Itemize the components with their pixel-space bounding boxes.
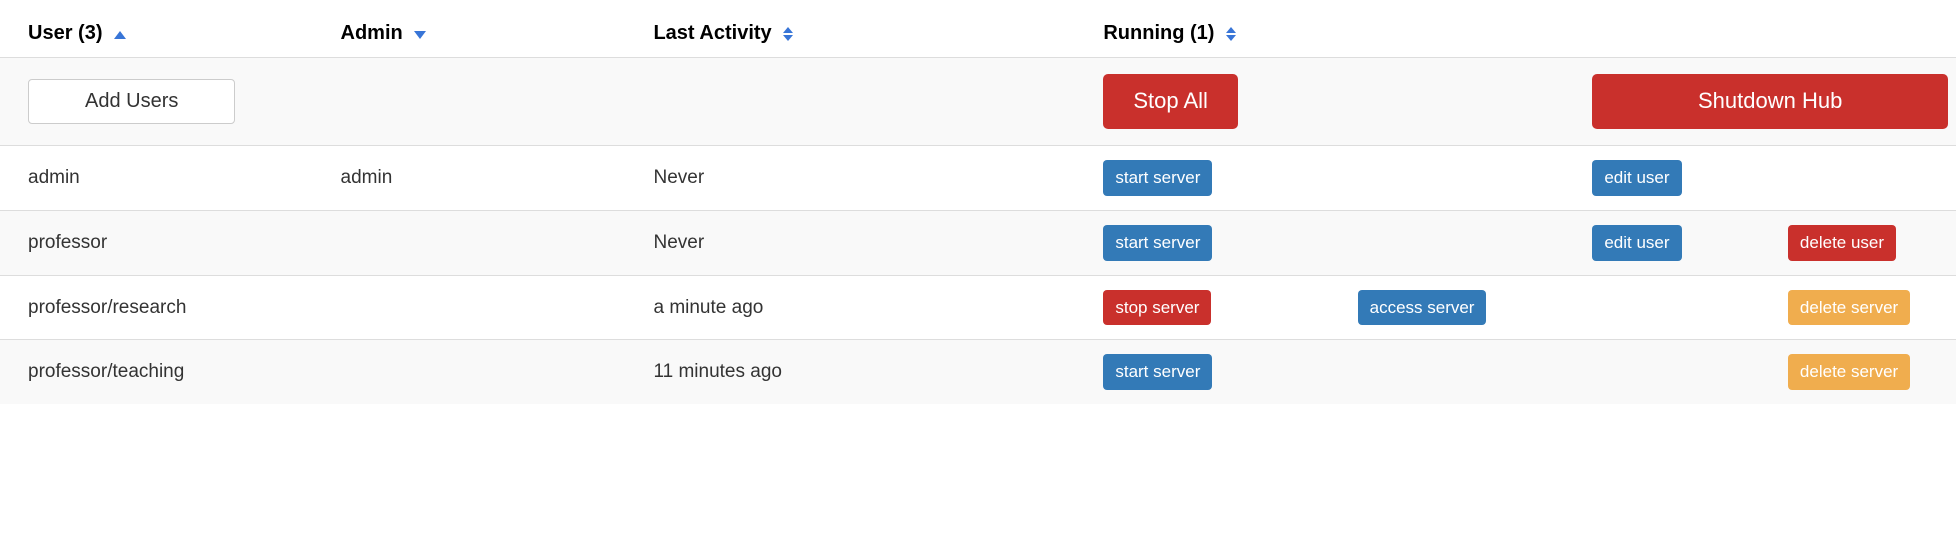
table-row: professor/research a minute agostop serve… xyxy=(0,275,1956,340)
table-row: professor/teaching 11 minutes agostart se… xyxy=(0,340,1956,404)
cell-last-activity: 11 minutes ago xyxy=(645,340,1095,404)
controls-row: Add Users Stop All Shutdown Hub xyxy=(0,58,1956,146)
cell-admin xyxy=(333,340,646,404)
start-server-button[interactable]: start server xyxy=(1103,225,1212,261)
cell-server-action: start server xyxy=(1095,146,1349,211)
cell-admin xyxy=(333,275,646,340)
sort-asc-icon xyxy=(114,22,126,45)
cell-delete: delete server xyxy=(1780,340,1956,404)
start-server-button[interactable]: start server xyxy=(1103,160,1212,196)
cell-last-activity: Never xyxy=(645,146,1095,211)
col-header-running[interactable]: Running (1) xyxy=(1095,10,1956,58)
cell-user: professor xyxy=(0,210,333,275)
cell-edit xyxy=(1584,340,1780,404)
table-row: adminadminNeverstart serveredit user xyxy=(0,146,1956,211)
cell-access: access server xyxy=(1350,275,1585,340)
cell-server-action: start server xyxy=(1095,210,1349,275)
cell-user: professor/teaching xyxy=(0,340,333,404)
cell-edit: edit user xyxy=(1584,146,1780,211)
col-header-user[interactable]: User (3) xyxy=(0,10,333,58)
col-header-last-activity[interactable]: Last Activity xyxy=(645,10,1095,58)
cell-access xyxy=(1350,146,1585,211)
shutdown-hub-button[interactable]: Shutdown Hub xyxy=(1592,74,1948,129)
cell-user: professor/research xyxy=(0,275,333,340)
start-server-button[interactable]: start server xyxy=(1103,354,1212,390)
delete-user-button[interactable]: delete user xyxy=(1788,225,1896,261)
cell-last-activity: a minute ago xyxy=(645,275,1095,340)
cell-admin: admin xyxy=(333,146,646,211)
col-header-admin[interactable]: Admin xyxy=(333,10,646,58)
users-table: User (3) Admin Last Activity Running (1)… xyxy=(0,10,1956,404)
cell-admin xyxy=(333,210,646,275)
sort-both-icon xyxy=(783,27,793,41)
cell-last-activity: Never xyxy=(645,210,1095,275)
col-header-admin-label: Admin xyxy=(341,22,403,44)
cell-server-action: stop server xyxy=(1095,275,1349,340)
stop-all-button[interactable]: Stop All xyxy=(1103,74,1238,129)
table-header-row: User (3) Admin Last Activity Running (1) xyxy=(0,10,1956,58)
sort-desc-icon xyxy=(414,22,426,45)
cell-delete: delete user xyxy=(1780,210,1956,275)
stop-server-button[interactable]: stop server xyxy=(1103,290,1211,326)
sort-both-icon xyxy=(1226,27,1236,41)
add-users-button[interactable]: Add Users xyxy=(28,79,235,124)
cell-delete xyxy=(1780,146,1956,211)
cell-server-action: start server xyxy=(1095,340,1349,404)
delete-server-button[interactable]: delete server xyxy=(1788,354,1910,390)
cell-edit xyxy=(1584,275,1780,340)
cell-user: admin xyxy=(0,146,333,211)
col-header-activity-label: Last Activity xyxy=(653,22,771,44)
cell-access xyxy=(1350,210,1585,275)
edit-user-button[interactable]: edit user xyxy=(1592,160,1681,196)
access-server-button[interactable]: access server xyxy=(1358,290,1487,326)
cell-edit: edit user xyxy=(1584,210,1780,275)
edit-user-button[interactable]: edit user xyxy=(1592,225,1681,261)
table-row: professor Neverstart server edit user delet… xyxy=(0,210,1956,275)
col-header-user-label: User (3) xyxy=(28,22,102,44)
cell-access xyxy=(1350,340,1585,404)
delete-server-button[interactable]: delete server xyxy=(1788,290,1910,326)
cell-delete: delete server xyxy=(1780,275,1956,340)
col-header-running-label: Running (1) xyxy=(1103,22,1214,44)
